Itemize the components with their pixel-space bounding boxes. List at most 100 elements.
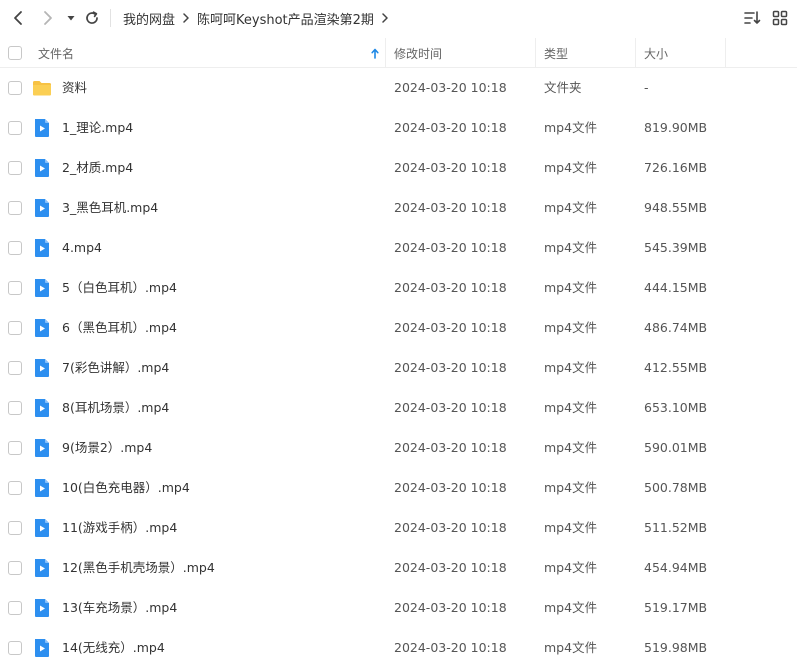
file-type: mp4文件 <box>544 400 598 415</box>
file-name[interactable]: 2_材质.mp4 <box>62 148 133 188</box>
column-header-modified[interactable]: 修改时间 <box>394 38 442 68</box>
file-type: mp4文件 <box>544 520 598 535</box>
table-row[interactable]: 3_黑色耳机.mp4 2024-03-20 10:18 mp4文件 948.55MB <box>0 188 797 228</box>
column-divider[interactable] <box>635 38 636 68</box>
row-checkbox[interactable] <box>8 441 22 455</box>
row-checkbox[interactable] <box>8 401 22 415</box>
file-type: mp4文件 <box>544 440 598 455</box>
column-divider[interactable] <box>725 38 726 68</box>
file-name[interactable]: 6（黑色耳机）.mp4 <box>62 308 177 348</box>
toolbar-divider <box>110 9 111 27</box>
table-row[interactable]: 8(耳机场景）.mp4 2024-03-20 10:18 mp4文件 653.10MB <box>0 388 797 428</box>
file-type: mp4文件 <box>544 320 598 335</box>
file-size: 486.74MB <box>644 320 708 335</box>
caret-down-icon[interactable] <box>61 8 81 28</box>
video-file-icon <box>32 598 52 618</box>
table-row[interactable]: 10(白色充电器）.mp4 2024-03-20 10:18 mp4文件 500.78… <box>0 468 797 508</box>
row-checkbox[interactable] <box>8 241 22 255</box>
row-checkbox[interactable] <box>8 321 22 335</box>
row-checkbox[interactable] <box>8 481 22 495</box>
table-row[interactable]: 7(彩色讲解）.mp4 2024-03-20 10:18 mp4文件 412.55MB <box>0 348 797 388</box>
column-divider[interactable] <box>535 38 536 68</box>
breadcrumb-item-current[interactable]: 陈呵呵Keyshot产品渲染第2期 <box>197 9 374 28</box>
file-size: 519.98MB <box>644 640 708 655</box>
file-name[interactable]: 13(车充场景）.mp4 <box>62 588 177 628</box>
refresh-icon[interactable] <box>82 8 102 28</box>
video-file-icon <box>32 118 52 138</box>
file-modified-time: 2024-03-20 10:18 <box>394 440 507 455</box>
file-type: mp4文件 <box>544 160 598 175</box>
file-name[interactable]: 11(游戏手柄）.mp4 <box>62 508 177 548</box>
row-checkbox[interactable] <box>8 201 22 215</box>
select-all-checkbox[interactable] <box>8 38 22 68</box>
video-file-icon <box>32 558 52 578</box>
file-name[interactable]: 14(无线充）.mp4 <box>62 628 165 668</box>
table-row[interactable]: 11(游戏手柄）.mp4 2024-03-20 10:18 mp4文件 511.52M… <box>0 508 797 548</box>
breadcrumb-item-root[interactable]: 我的网盘 <box>123 9 175 28</box>
checkbox[interactable] <box>8 46 22 60</box>
chevron-left-icon[interactable] <box>8 8 28 28</box>
file-name[interactable]: 12(黑色手机壳场景）.mp4 <box>62 548 215 588</box>
row-checkbox[interactable] <box>8 161 22 175</box>
row-checkbox[interactable] <box>8 121 22 135</box>
file-modified-time: 2024-03-20 10:18 <box>394 320 507 335</box>
file-name[interactable]: 8(耳机场景）.mp4 <box>62 388 169 428</box>
row-checkbox[interactable] <box>8 641 22 655</box>
file-name[interactable]: 资料 <box>62 68 87 108</box>
row-checkbox[interactable] <box>8 81 22 95</box>
row-checkbox[interactable] <box>8 601 22 615</box>
file-modified-time: 2024-03-20 10:18 <box>394 520 507 535</box>
table-row[interactable]: 6（黑色耳机）.mp4 2024-03-20 10:18 mp4文件 486.74MB <box>0 308 797 348</box>
column-header-name[interactable]: 文件名 <box>38 38 74 68</box>
row-checkbox[interactable] <box>8 281 22 295</box>
video-file-icon <box>32 278 52 298</box>
file-name[interactable]: 5（白色耳机）.mp4 <box>62 268 177 308</box>
video-file-icon <box>32 398 52 418</box>
file-size: 412.55MB <box>644 360 708 375</box>
file-type: 文件夹 <box>544 80 582 95</box>
file-type: mp4文件 <box>544 240 598 255</box>
sort-icon[interactable] <box>742 8 762 28</box>
table-row[interactable]: 资料 2024-03-20 10:18 文件夹 - <box>0 68 797 108</box>
video-file-icon <box>32 438 52 458</box>
table-row[interactable]: 13(车充场景）.mp4 2024-03-20 10:18 mp4文件 519.17M… <box>0 588 797 628</box>
video-file-icon <box>32 638 52 658</box>
file-type: mp4文件 <box>544 480 598 495</box>
sort-ascending-icon[interactable] <box>371 38 379 68</box>
table-row[interactable]: 5（白色耳机）.mp4 2024-03-20 10:18 mp4文件 444.15MB <box>0 268 797 308</box>
column-header-type[interactable]: 类型 <box>544 38 568 68</box>
column-divider[interactable] <box>385 38 386 68</box>
video-file-icon <box>32 198 52 218</box>
column-header-size[interactable]: 大小 <box>644 38 668 68</box>
file-name[interactable]: 4.mp4 <box>62 228 102 268</box>
table-row[interactable]: 4.mp4 2024-03-20 10:18 mp4文件 545.39MB <box>0 228 797 268</box>
file-name[interactable]: 10(白色充电器）.mp4 <box>62 468 190 508</box>
video-file-icon <box>32 478 52 498</box>
table-row[interactable]: 12(黑色手机壳场景）.mp4 2024-03-20 10:18 mp4文件 454.… <box>0 548 797 588</box>
file-modified-time: 2024-03-20 10:18 <box>394 480 507 495</box>
table-row[interactable]: 1_理论.mp4 2024-03-20 10:18 mp4文件 819.90MB <box>0 108 797 148</box>
chevron-right-icon[interactable] <box>381 13 389 23</box>
grid-view-icon[interactable] <box>770 8 790 28</box>
file-size: 500.78MB <box>644 480 708 495</box>
file-type: mp4文件 <box>544 120 598 135</box>
table-row[interactable]: 2_材质.mp4 2024-03-20 10:18 mp4文件 726.16MB <box>0 148 797 188</box>
file-name[interactable]: 3_黑色耳机.mp4 <box>62 188 158 228</box>
row-checkbox[interactable] <box>8 521 22 535</box>
file-name[interactable]: 9(场景2）.mp4 <box>62 428 152 468</box>
file-name[interactable]: 1_理论.mp4 <box>62 108 133 148</box>
file-size: 948.55MB <box>644 200 708 215</box>
file-type: mp4文件 <box>544 600 598 615</box>
file-modified-time: 2024-03-20 10:18 <box>394 240 507 255</box>
row-checkbox[interactable] <box>8 561 22 575</box>
file-modified-time: 2024-03-20 10:18 <box>394 200 507 215</box>
table-row[interactable]: 9(场景2）.mp4 2024-03-20 10:18 mp4文件 590.01MB <box>0 428 797 468</box>
row-checkbox[interactable] <box>8 361 22 375</box>
file-name[interactable]: 7(彩色讲解）.mp4 <box>62 348 169 388</box>
video-file-icon <box>32 358 52 378</box>
video-file-icon <box>32 518 52 538</box>
file-modified-time: 2024-03-20 10:18 <box>394 400 507 415</box>
file-modified-time: 2024-03-20 10:18 <box>394 360 507 375</box>
table-row[interactable]: 14(无线充）.mp4 2024-03-20 10:18 mp4文件 519.98MB <box>0 628 797 668</box>
chevron-right-icon[interactable] <box>38 8 58 28</box>
